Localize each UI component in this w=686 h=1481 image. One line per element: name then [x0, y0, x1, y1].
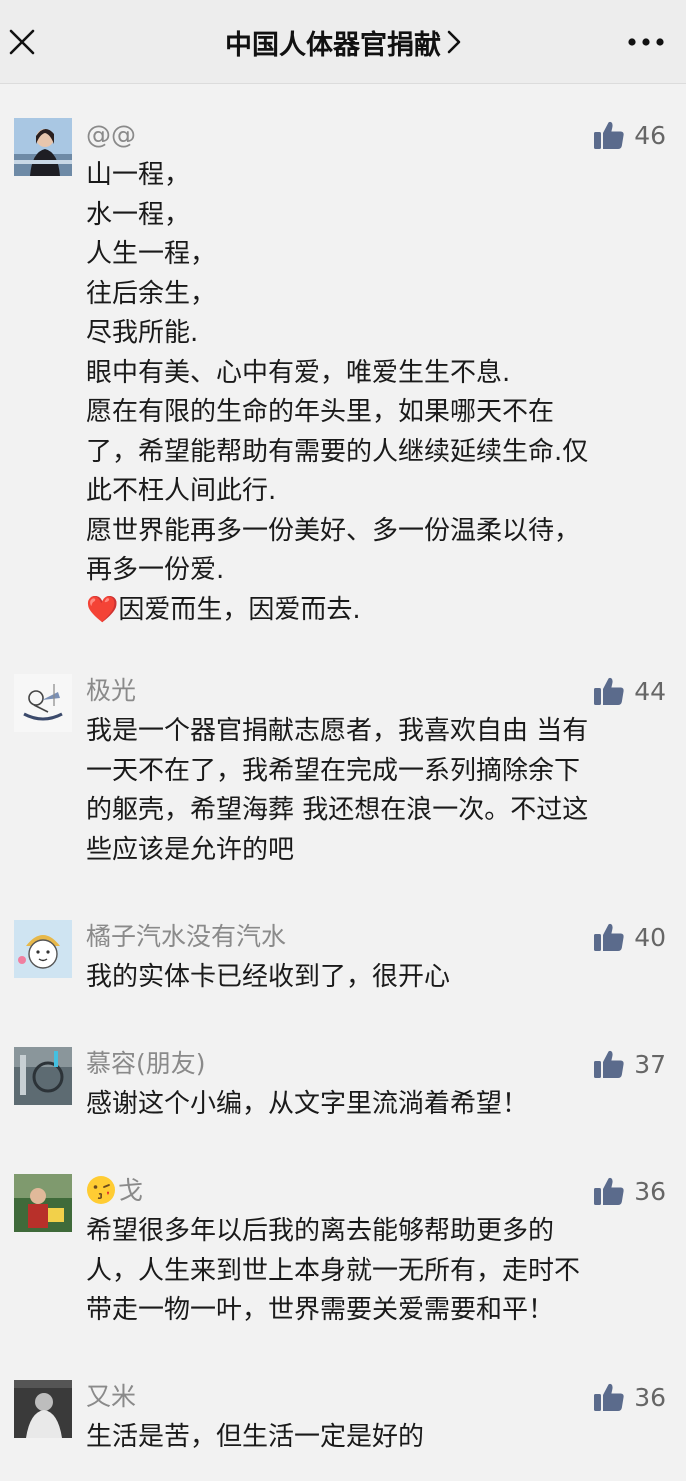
avatar[interactable]	[14, 1380, 72, 1438]
comment-line-text: 因爱而生，因爱而去.	[118, 594, 361, 625]
page-title: 中国人体器官捐献	[225, 29, 441, 61]
like-count: 44	[634, 676, 666, 706]
like-button[interactable]: 40	[594, 920, 666, 954]
comment-line: 人生一程，	[86, 239, 217, 269]
comment-nickname[interactable]: 又米	[86, 1380, 136, 1414]
comment-nickname-text: 戈	[118, 1176, 144, 1205]
comment-line: ❤️因爱而生，因爱而去.	[86, 591, 666, 631]
like-button[interactable]: 36	[594, 1174, 666, 1208]
avatar[interactable]	[14, 920, 72, 978]
thumbs-up-icon	[594, 677, 624, 705]
comment-line: 生活是苦，但生活一定是好的	[86, 1422, 425, 1452]
comment-line: 了，希望能帮助有需要的人继续延续生命.仅	[86, 436, 589, 467]
like-button[interactable]: 37	[594, 1047, 666, 1081]
heart-emoji: ❤️	[86, 594, 119, 625]
comment-line: 感谢这个小编，从文字里流淌着希望！	[86, 1089, 529, 1119]
account-title-link[interactable]: 中国人体器官捐献	[0, 22, 686, 62]
comment-line: 山一程，	[86, 160, 191, 190]
comment-nickname[interactable]: @@	[86, 118, 136, 152]
comment-line: 些应该是允许的吧	[86, 834, 295, 865]
like-count: 40	[634, 922, 666, 952]
comment-line: 往后余生，	[86, 278, 217, 309]
thumbs-up-icon	[594, 1177, 624, 1205]
comment-text: 我的实体卡已经收到了，很开心	[86, 958, 666, 998]
like-count: 46	[634, 120, 666, 150]
comment-line: 眼中有美、心中有爱，唯爱生生不息.	[86, 357, 511, 388]
top-navigation-bar: 中国人体器官捐献	[0, 0, 686, 84]
more-dots-icon	[628, 38, 664, 46]
thumbs-up-icon	[594, 923, 624, 951]
thumbs-up-icon	[594, 1050, 624, 1078]
like-button[interactable]: 46	[594, 118, 666, 152]
like-count: 36	[634, 1382, 666, 1412]
comment-line: 愿世界能再多一份美好、多一份温柔以待，	[86, 515, 581, 546]
comment-line: 愿在有限的生命的年头里，如果哪天不在	[86, 397, 555, 427]
comment-nickname[interactable]: 橘子汽水没有汽水	[86, 920, 286, 954]
more-options-button[interactable]	[622, 22, 670, 62]
kiss-face-emoji-icon	[86, 1175, 116, 1214]
comment-line: 再多一份爱.	[86, 555, 225, 585]
avatar[interactable]	[14, 118, 72, 176]
comment-nickname[interactable]: 慕容(朋友)	[86, 1047, 206, 1081]
comment-nickname[interactable]: 极光	[86, 674, 136, 708]
comment-line: 尽我所能.	[86, 318, 199, 348]
comment-line: 人，人生来到世上本身就一无所有，走时不	[86, 1255, 581, 1286]
like-button[interactable]: 44	[594, 674, 666, 708]
comment-line: 此不枉人间此行.	[86, 476, 277, 506]
comment-line: 我的实体卡已经收到了，很开心	[86, 962, 451, 992]
comment-text: 感谢这个小编，从文字里流淌着希望！	[86, 1085, 666, 1125]
comment-text: 我是一个器官捐献志愿者，我喜欢自由 当有 一天不在了，我希望在完成一系列摘除余下…	[86, 712, 666, 870]
comment-text: 山一程， 水一程， 人生一程， 往后余生， 尽我所能. 眼中有美、心中有爱，唯爱…	[86, 156, 666, 630]
chevron-right-icon	[447, 30, 461, 54]
comment-nickname[interactable]: 戈	[86, 1174, 143, 1208]
avatar[interactable]	[14, 1174, 72, 1232]
avatar[interactable]	[14, 1047, 72, 1105]
like-button[interactable]: 36	[594, 1380, 666, 1414]
comment-line: 一天不在了，我希望在完成一系列摘除余下	[86, 755, 581, 786]
comment-text: 希望很多年以后我的离去能够帮助更多的 人，人生来到世上本身就一无所有，走时不 带…	[86, 1212, 666, 1331]
like-count: 37	[634, 1049, 666, 1079]
comment-line: 带走一物一叶，世界需要关爱需要和平！	[86, 1295, 555, 1325]
comment-text: 生活是苦，但生活一定是好的	[86, 1418, 666, 1458]
thumbs-up-icon	[594, 121, 624, 149]
avatar[interactable]	[14, 674, 72, 732]
like-count: 36	[634, 1176, 666, 1206]
comment-line: 我是一个器官捐献志愿者，我喜欢自由 当有	[86, 716, 589, 746]
comment-line: 的躯壳，希望海葬 我还想在浪一次。不过这	[86, 795, 589, 825]
comment-line: 水一程，	[86, 199, 191, 230]
thumbs-up-icon	[594, 1383, 624, 1411]
comment-line: 希望很多年以后我的离去能够帮助更多的	[86, 1216, 555, 1246]
